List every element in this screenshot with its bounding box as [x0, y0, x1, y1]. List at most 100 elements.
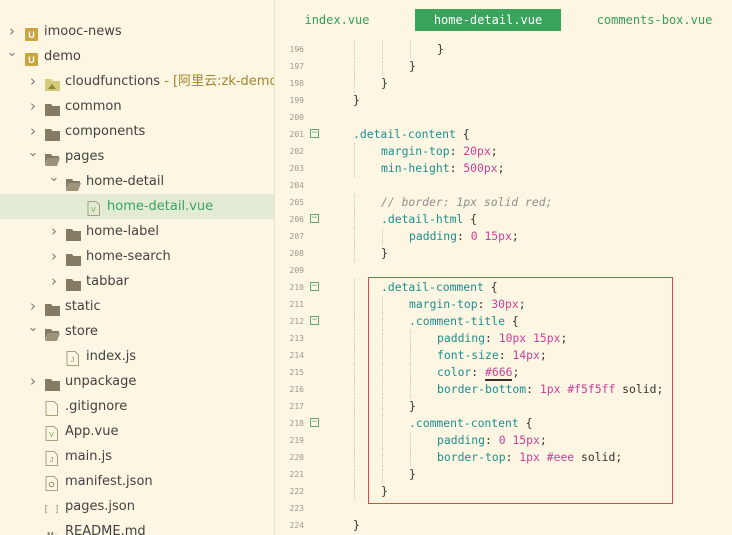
tree-item-label: README.md	[65, 524, 146, 535]
tree-item-label: home-detail.vue	[107, 199, 214, 214]
tree-item[interactable]: ⌄ pages	[0, 144, 274, 169]
code-line[interactable]: 206− .detail-html {	[275, 211, 732, 228]
line-number: 211	[289, 300, 304, 309]
editor-tab[interactable]: comments-box.vue	[577, 9, 732, 31]
folder-icon	[66, 225, 81, 241]
tree-item[interactable]: ⌄ store	[0, 319, 274, 344]
chevron-down-icon[interactable]: ⌄	[27, 140, 39, 165]
tree-item[interactable]: › tabbar	[0, 269, 274, 294]
code-token-punct: }	[409, 399, 416, 413]
tree-item[interactable]: › home-search	[0, 244, 274, 269]
indent-guide	[354, 398, 355, 415]
indent-guide	[354, 194, 355, 211]
code-token-sel: .detail-html	[381, 212, 464, 226]
code-line[interactable]: 217}	[275, 398, 732, 415]
chevron-right-icon[interactable]: ›	[48, 269, 60, 294]
code-line[interactable]: 214 font-size: 14px;	[275, 347, 732, 364]
chevron-down-icon[interactable]: ⌄	[48, 165, 60, 190]
code-token-punct: }	[353, 93, 360, 107]
tree-item[interactable]: › home-label	[0, 219, 274, 244]
code-line[interactable]: 196}	[275, 41, 732, 58]
fold-toggle-icon[interactable]: −	[310, 129, 319, 138]
folder-icon	[66, 250, 81, 266]
code-line[interactable]: 218− .comment-content {	[275, 415, 732, 432]
code-line[interactable]: 213 padding: 10px 15px;	[275, 330, 732, 347]
chevron-down-icon[interactable]: ⌄	[27, 315, 39, 340]
tree-item[interactable]: .gitignore	[0, 394, 274, 419]
tree-item[interactable]: › static	[0, 294, 274, 319]
indent-guide	[354, 143, 355, 160]
chevron-right-icon[interactable]: ›	[27, 94, 39, 119]
code-token-unit: px	[526, 433, 540, 447]
code-line[interactable]: 222}	[275, 483, 732, 500]
indent-guide	[382, 466, 383, 483]
fold-toggle-icon[interactable]: −	[310, 214, 319, 223]
code-line[interactable]: 203 min-height: 500px;	[275, 160, 732, 177]
tree-item[interactable]: Vhome-detail.vue	[0, 194, 274, 219]
tree-item[interactable]: ⌄ home-detail	[0, 169, 274, 194]
code-line[interactable]: 209	[275, 262, 732, 279]
indent-guide	[354, 364, 355, 381]
code-token-punct: {	[463, 212, 478, 226]
chevron-right-icon[interactable]: ›	[48, 244, 60, 269]
tree-item[interactable]: [ ] pages.json	[0, 494, 274, 519]
tree-item[interactable]: › cloudfunctions - [阿里云:zk-demo]	[0, 69, 274, 94]
chevron-right-icon[interactable]: ›	[27, 69, 39, 94]
code-line[interactable]: 221}	[275, 466, 732, 483]
code-line[interactable]: 223	[275, 500, 732, 517]
tree-item[interactable]: › unpackage	[0, 369, 274, 394]
vue-file-icon: V	[87, 200, 102, 216]
code-text: padding: 10px 15px;	[437, 330, 567, 347]
code-line[interactable]: 210− .detail-comment {	[275, 279, 732, 296]
code-text: }	[409, 58, 416, 75]
code-line[interactable]: 198}	[275, 75, 732, 92]
fold-toggle-icon[interactable]: −	[310, 282, 319, 291]
editor-tab[interactable]: index.vue	[275, 9, 399, 31]
tree-item[interactable]: › Uimooc-news	[0, 19, 274, 44]
json-file-icon: [ ]	[43, 500, 60, 515]
chevron-right-icon[interactable]: ›	[27, 369, 39, 394]
tree-item[interactable]: › components	[0, 119, 274, 144]
code-line[interactable]: 205 // border: 1px solid red;	[275, 194, 732, 211]
code-line[interactable]: 215 color: #666;	[275, 364, 732, 381]
tree-item[interactable]: V App.vue	[0, 419, 274, 444]
code-line[interactable]: 197}	[275, 58, 732, 75]
tree-item[interactable]: ⌄ Udemo	[0, 44, 274, 69]
fold-toggle-icon[interactable]: −	[310, 418, 319, 427]
code-line[interactable]: 200	[275, 109, 732, 126]
tree-item[interactable]: Jindex.js	[0, 344, 274, 369]
code-token-num: 15	[533, 331, 547, 345]
code-line[interactable]: 208}	[275, 245, 732, 262]
code-line[interactable]: 207 padding: 0 15px;	[275, 228, 732, 245]
config-file-icon	[45, 475, 60, 491]
code-line[interactable]: 220 border-top: 1px #eee solid;	[275, 449, 732, 466]
folder-open-icon	[66, 175, 81, 191]
code-line[interactable]: 199}	[275, 92, 732, 109]
code-token-punct: :	[526, 382, 540, 396]
code-line[interactable]: 202 margin-top: 20px;	[275, 143, 732, 160]
code-token-prop: border-top	[437, 450, 506, 464]
tree-item[interactable]: › common	[0, 94, 274, 119]
editor-tab[interactable]: home-detail.vue	[415, 9, 561, 31]
indent-guide	[354, 160, 355, 177]
chevron-right-icon[interactable]: ›	[48, 219, 60, 244]
code-token-punct: :	[449, 144, 464, 158]
code-line[interactable]: 201− .detail-content {	[275, 126, 732, 143]
code-line[interactable]: 212− .comment-title {	[275, 313, 732, 330]
code-editor[interactable]: index.vue home-detail.vue comments-box.vue…	[275, 0, 732, 535]
code-token-unit: px	[546, 382, 568, 396]
code-line[interactable]: 204	[275, 177, 732, 194]
tree-item[interactable]: Jmain.js	[0, 444, 274, 469]
js-file-icon: J	[66, 350, 81, 366]
chevron-down-icon[interactable]: ⌄	[6, 40, 18, 65]
code-line[interactable]: 219 padding: 0 15px;	[275, 432, 732, 449]
tree-item[interactable]: manifest.json	[0, 469, 274, 494]
code-line[interactable]: 216 border-bottom: 1px #f5f5ff solid;	[275, 381, 732, 398]
tree-item-label: home-search	[86, 249, 171, 264]
code-token-unit: px	[477, 144, 491, 158]
code-line[interactable]: 224}	[275, 517, 732, 534]
fold-toggle-icon[interactable]: −	[310, 316, 319, 325]
file-icon	[45, 400, 60, 416]
tree-item[interactable]: M↓ README.md	[0, 519, 274, 535]
code-line[interactable]: 211 margin-top: 30px;	[275, 296, 732, 313]
